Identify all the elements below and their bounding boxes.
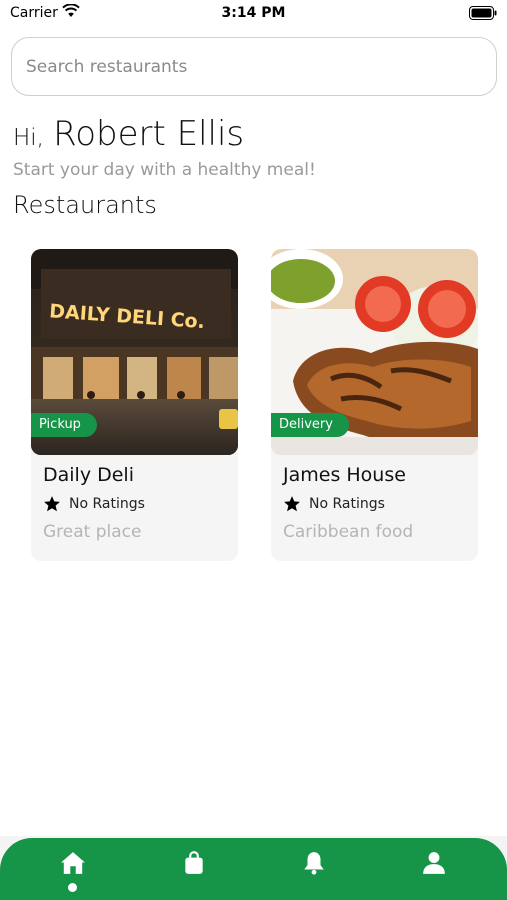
star-icon <box>44 496 60 512</box>
restaurant-name: James House <box>283 464 406 486</box>
restaurant-card-daily-deli[interactable]: DAILY DELI Co. Pickup Daily Deli No Rati… <box>31 249 238 561</box>
star-icon <box>284 496 300 512</box>
status-bar: Carrier 3:14 PM <box>0 0 507 28</box>
nav-orders-button[interactable] <box>174 850 214 890</box>
nav-profile-button[interactable] <box>414 850 454 890</box>
search-input[interactable] <box>11 37 497 96</box>
restaurant-name: Daily Deli <box>43 464 134 486</box>
active-indicator <box>68 883 77 892</box>
shopping-bag-icon <box>185 851 203 874</box>
nav-notifications-button[interactable] <box>294 850 334 890</box>
greeting: Hi, Robert Ellis <box>13 114 244 154</box>
restaurant-image: DAILY DELI Co. Pickup <box>31 249 238 455</box>
restaurant-card-james-house[interactable]: Delivery James House No Ratings Caribbea… <box>271 249 478 561</box>
battery-icon <box>469 6 497 20</box>
delivery-tag: Delivery <box>271 413 349 437</box>
rating-text: No Ratings <box>309 496 385 512</box>
home-icon <box>61 852 85 874</box>
restaurant-image: Delivery <box>271 249 478 455</box>
user-icon <box>423 852 445 874</box>
rating-text: No Ratings <box>69 496 145 512</box>
pickup-tag: Pickup <box>31 413 97 437</box>
restaurant-description: Caribbean food <box>283 522 414 542</box>
section-title: Restaurants <box>13 191 157 219</box>
user-name: Robert Ellis <box>53 114 245 154</box>
bell-icon <box>304 852 324 875</box>
greeting-hi: Hi, <box>13 125 44 151</box>
greeting-subtitle: Start your day with a healthy meal! <box>13 160 316 180</box>
restaurant-description: Great place <box>43 522 142 542</box>
rating-row: No Ratings <box>43 495 145 513</box>
rating-row: No Ratings <box>283 495 385 513</box>
bottom-nav <box>0 838 507 900</box>
clock: 3:14 PM <box>221 5 286 21</box>
